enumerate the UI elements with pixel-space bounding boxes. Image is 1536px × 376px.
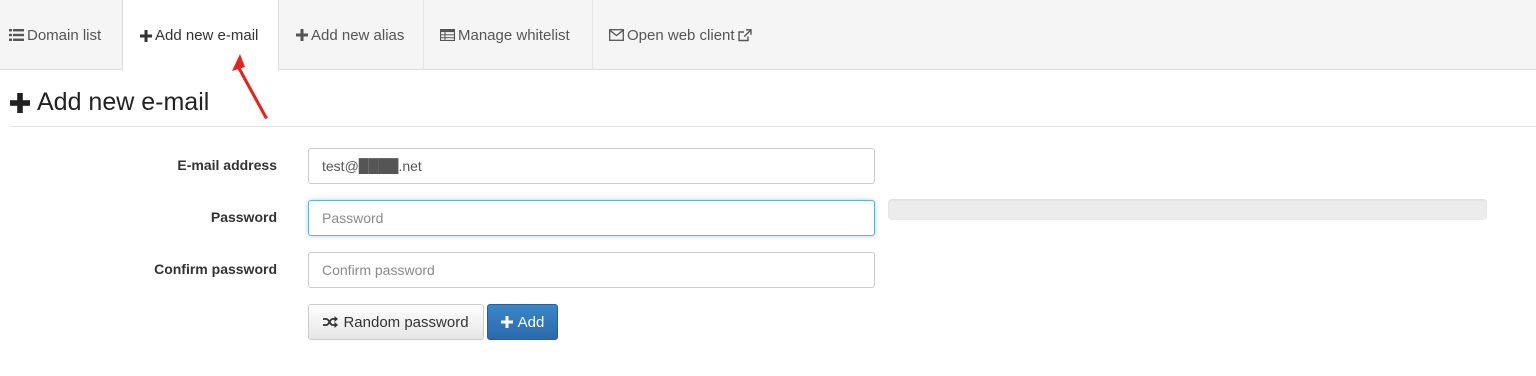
- plus-icon: [10, 92, 30, 113]
- list-icon: [9, 29, 24, 41]
- external-link-icon: [737, 28, 752, 42]
- tab-manage-whitelist[interactable]: Manage whitelist: [424, 0, 593, 70]
- plus-icon: [500, 316, 513, 328]
- page-title: Add new e-mail: [10, 88, 209, 117]
- tab-open-web-client[interactable]: Open web client: [593, 0, 778, 70]
- shuffle-icon: [323, 316, 339, 328]
- password-label: Password: [210, 209, 277, 225]
- email-field[interactable]: [308, 148, 875, 184]
- tab-label: Domain list: [27, 26, 102, 44]
- random-password-button[interactable]: Random password: [308, 304, 484, 340]
- table-icon: [440, 29, 455, 41]
- tab-add-new-alias[interactable]: Add new alias: [279, 0, 424, 70]
- page-title-text: Add new e-mail: [37, 88, 210, 116]
- plus-icon: [140, 29, 152, 42]
- add-button[interactable]: Add: [487, 304, 558, 340]
- plus-icon: [296, 29, 308, 41]
- email-label: E-mail address: [177, 157, 277, 173]
- confirm-password-label: Confirm password: [154, 261, 277, 277]
- tab-label: Manage whitelist: [458, 26, 570, 44]
- password-field[interactable]: [308, 200, 875, 236]
- tab-label: Add new alias: [311, 26, 405, 44]
- envelope-icon: [609, 29, 624, 41]
- annotation-arrow: [232, 54, 268, 119]
- password-strength-bar: [888, 199, 1487, 220]
- random-password-label: Random password: [343, 313, 469, 331]
- tab-label: Add new e-mail: [155, 27, 259, 44]
- confirm-password-field[interactable]: [308, 252, 875, 288]
- divider: [10, 126, 1536, 127]
- add-button-label: Add: [517, 313, 545, 331]
- tab-domain-list[interactable]: Domain list: [0, 0, 123, 70]
- tab-label: Open web client: [627, 26, 735, 44]
